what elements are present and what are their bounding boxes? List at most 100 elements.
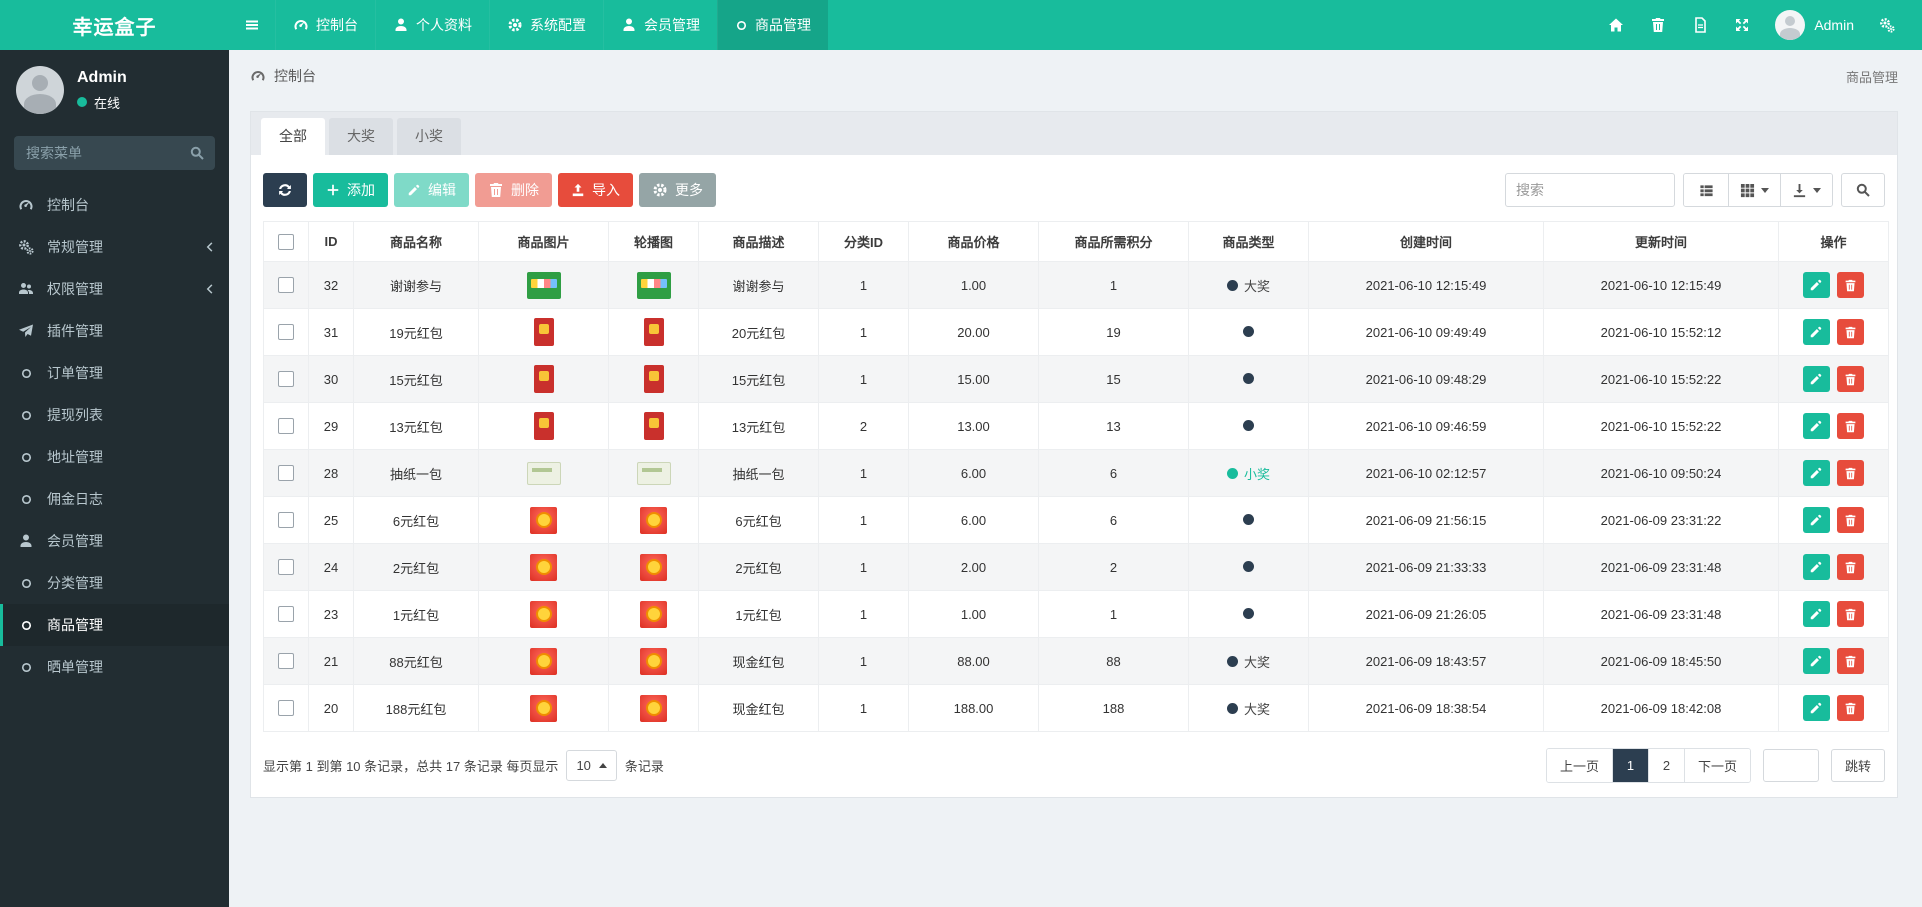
topnav-item-product-management[interactable]: 商品管理: [717, 0, 828, 50]
row-edit-button[interactable]: [1802, 694, 1830, 721]
row-edit-button[interactable]: [1802, 553, 1830, 580]
page-button-1[interactable]: 1: [1611, 749, 1648, 782]
row-checkbox[interactable]: [278, 700, 294, 717]
brand-logo[interactable]: 幸运盒子: [0, 0, 229, 50]
export-button[interactable]: [1780, 174, 1832, 206]
product-image-thumbnail[interactable]: [530, 506, 557, 534]
sidebar-item-withdraw[interactable]: 提现列表: [0, 394, 229, 436]
row-delete-button[interactable]: [1837, 366, 1865, 393]
row-checkbox[interactable]: [278, 559, 294, 576]
sidebar-item-address[interactable]: 地址管理: [0, 436, 229, 478]
row-edit-button[interactable]: [1802, 365, 1830, 392]
menu-search-input[interactable]: [14, 136, 215, 170]
page-button-2[interactable]: 2: [1647, 749, 1684, 782]
import-button[interactable]: 导入: [558, 173, 633, 207]
row-delete-button[interactable]: [1837, 695, 1865, 722]
carousel-image-thumbnail[interactable]: [643, 365, 664, 393]
tab-小奖[interactable]: 小奖: [397, 118, 461, 155]
topnav-item-dashboard[interactable]: 控制台: [275, 0, 375, 50]
row-checkbox[interactable]: [278, 606, 294, 623]
sidebar-item-product[interactable]: 商品管理: [0, 604, 229, 646]
home-button[interactable]: [1595, 0, 1637, 50]
product-image-thumbnail[interactable]: [526, 461, 561, 485]
columns-button[interactable]: [1728, 174, 1780, 206]
row-delete-button[interactable]: [1837, 460, 1865, 487]
row-checkbox[interactable]: [278, 277, 294, 294]
row-edit-button[interactable]: [1802, 271, 1830, 298]
row-edit-button[interactable]: [1802, 506, 1830, 533]
jump-page-input[interactable]: [1762, 749, 1819, 782]
search-button[interactable]: [1841, 173, 1885, 207]
row-checkbox[interactable]: [278, 465, 294, 482]
product-image-thumbnail[interactable]: [533, 318, 554, 346]
row-delete-button[interactable]: [1837, 648, 1865, 675]
breadcrumb[interactable]: 控制台: [250, 66, 316, 86]
product-image-thumbnail[interactable]: [533, 365, 554, 393]
row-edit-button[interactable]: [1802, 318, 1830, 345]
sidebar-item-general[interactable]: 常规管理: [0, 226, 229, 268]
carousel-image-thumbnail[interactable]: [640, 553, 667, 581]
topnav-item-system-config[interactable]: 系统配置: [489, 0, 603, 50]
table-search-input[interactable]: [1505, 173, 1675, 207]
sidebar-item-permission[interactable]: 权限管理: [0, 268, 229, 310]
row-delete-button[interactable]: [1837, 272, 1865, 299]
fullscreen-button[interactable]: [1721, 0, 1763, 50]
row-delete-button[interactable]: [1837, 507, 1865, 534]
carousel-image-thumbnail[interactable]: [643, 412, 664, 440]
delete-button[interactable]: 删除: [475, 173, 552, 207]
carousel-image-thumbnail[interactable]: [640, 506, 667, 534]
sidebar-item-plugin[interactable]: 插件管理: [0, 310, 229, 352]
product-image-thumbnail[interactable]: [533, 412, 554, 440]
clear-trash-button[interactable]: [1637, 0, 1679, 50]
sidebar-item-category[interactable]: 分类管理: [0, 562, 229, 604]
row-checkbox[interactable]: [278, 418, 294, 435]
row-checkbox[interactable]: [278, 324, 294, 341]
refresh-button[interactable]: [263, 173, 307, 207]
row-edit-button[interactable]: [1802, 600, 1830, 627]
carousel-image-thumbnail[interactable]: [643, 318, 664, 346]
more-button[interactable]: 更多: [639, 173, 716, 207]
next-page-button[interactable]: 下一页: [1683, 749, 1750, 782]
carousel-image-thumbnail[interactable]: [636, 461, 671, 485]
tab-全部[interactable]: 全部: [261, 118, 325, 155]
edit-button[interactable]: 编辑: [394, 173, 469, 207]
detail-view-button[interactable]: [1684, 174, 1728, 206]
row-delete-button[interactable]: [1837, 601, 1865, 628]
search-icon[interactable]: [189, 145, 205, 161]
row-edit-button[interactable]: [1802, 412, 1830, 439]
select-all-checkbox[interactable]: [278, 233, 294, 250]
carousel-image-thumbnail[interactable]: [640, 694, 667, 722]
sidebar-item-member[interactable]: 会员管理: [0, 520, 229, 562]
row-checkbox[interactable]: [278, 512, 294, 529]
topnav-item-profile[interactable]: 个人资料: [375, 0, 489, 50]
row-checkbox[interactable]: [278, 371, 294, 388]
wipe-cache-button[interactable]: [1679, 0, 1721, 50]
navbar-user-menu[interactable]: Admin: [1763, 0, 1866, 50]
sidebar-item-review[interactable]: 晒单管理: [0, 646, 229, 688]
row-delete-button[interactable]: [1837, 554, 1865, 581]
row-edit-button[interactable]: [1802, 647, 1830, 674]
prev-page-button[interactable]: 上一页: [1546, 749, 1612, 782]
product-image-thumbnail[interactable]: [530, 553, 557, 581]
product-image-thumbnail[interactable]: [530, 694, 557, 722]
row-edit-button[interactable]: [1802, 459, 1830, 486]
carousel-image-thumbnail[interactable]: [640, 647, 667, 675]
product-image-thumbnail[interactable]: [526, 271, 561, 299]
topnav-item-member-management[interactable]: 会员管理: [603, 0, 717, 50]
tab-大奖[interactable]: 大奖: [329, 118, 393, 155]
add-button[interactable]: 添加: [313, 173, 388, 207]
row-delete-button[interactable]: [1837, 413, 1865, 440]
carousel-image-thumbnail[interactable]: [636, 271, 671, 299]
row-delete-button[interactable]: [1837, 319, 1865, 346]
carousel-image-thumbnail[interactable]: [640, 600, 667, 628]
sidebar-item-order[interactable]: 订单管理: [0, 352, 229, 394]
page-size-select[interactable]: 10: [566, 750, 617, 781]
sidebar-item-commission[interactable]: 佣金日志: [0, 478, 229, 520]
jump-button[interactable]: 跳转: [1830, 749, 1885, 782]
row-checkbox[interactable]: [278, 653, 294, 670]
sidebar-item-dashboard[interactable]: 控制台: [0, 184, 229, 226]
sidebar-toggle-button[interactable]: [229, 0, 275, 50]
settings-button[interactable]: [1866, 0, 1908, 50]
product-image-thumbnail[interactable]: [530, 647, 557, 675]
product-image-thumbnail[interactable]: [530, 600, 557, 628]
